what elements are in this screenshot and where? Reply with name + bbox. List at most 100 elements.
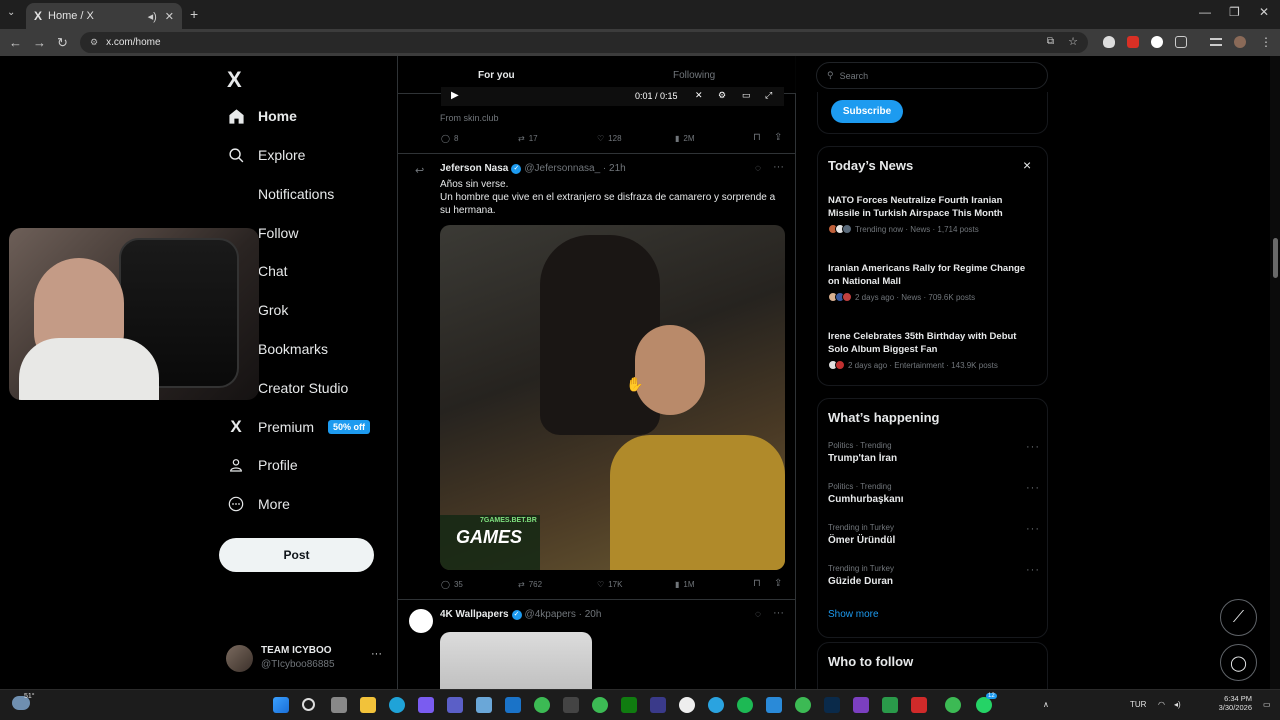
file-explorer-icon[interactable] — [360, 697, 376, 713]
chrome-menu-icon[interactable]: ⋮ — [1260, 35, 1272, 49]
puzzle-icon[interactable] — [1175, 36, 1187, 48]
red-extension-icon[interactable] — [1127, 36, 1139, 48]
settings-icon[interactable]: ⚙ — [718, 90, 726, 101]
reply-metric[interactable]: ◯ 8 — [441, 134, 458, 143]
nav-premium[interactable]: X Premium 50% off — [226, 412, 371, 442]
site-info-icon[interactable]: ⚙ — [90, 37, 98, 48]
trend-more-icon[interactable]: ··· — [1026, 441, 1040, 453]
app-icon[interactable] — [679, 697, 695, 713]
app-icon[interactable] — [650, 697, 666, 713]
post-author-name[interactable]: 4K Wallpapers — [440, 609, 509, 620]
show-more-link[interactable]: Show more — [828, 609, 879, 620]
search-box[interactable]: ⚲ Search — [816, 62, 1048, 89]
install-icon[interactable]: ⧉ — [1047, 36, 1054, 47]
chrome-icon[interactable] — [534, 697, 550, 713]
clock[interactable]: 6:34 PM 3/30/2026 — [1214, 694, 1252, 712]
profile-avatar-icon[interactable] — [1234, 36, 1246, 48]
nav-notifications[interactable]: Notifications — [226, 179, 334, 209]
app-icon[interactable] — [911, 697, 927, 713]
new-tab-icon[interactable]: + — [190, 6, 198, 22]
tab-for-you[interactable]: For you — [478, 70, 515, 81]
browser-tab[interactable]: X Home / X ◂) ✕ — [26, 3, 182, 29]
reply-metric[interactable]: ◯ 35 — [441, 580, 463, 589]
fullscreen-icon[interactable]: ⤢ — [765, 90, 772, 101]
photoshop-icon[interactable] — [824, 697, 840, 713]
shield-extension-icon[interactable] — [1103, 36, 1115, 48]
window-close-icon[interactable]: ✕ — [1259, 5, 1269, 19]
views-metric[interactable]: ▮ 2M — [675, 134, 695, 143]
play-icon[interactable]: ▶ — [451, 90, 459, 101]
post-video[interactable]: 7GAMES.BET.BR GAMES — [440, 225, 785, 570]
tray-chevron-icon[interactable]: ∧ — [1043, 700, 1049, 709]
grok-post-icon[interactable]: ◌ — [755, 609, 761, 620]
avatar[interactable] — [409, 609, 433, 633]
like-metric[interactable]: ♡ 128 — [597, 134, 622, 143]
speaker-icon[interactable]: ◂) — [148, 10, 157, 23]
trend-more-icon[interactable]: ··· — [1026, 564, 1040, 576]
network-icon[interactable]: ◠ — [1158, 700, 1165, 709]
reading-list-icon[interactable] — [1210, 38, 1222, 46]
nav-profile[interactable]: Profile — [226, 450, 298, 480]
nav-more[interactable]: More — [226, 489, 290, 519]
chat-float-button[interactable]: ◯ — [1220, 644, 1257, 681]
trend-more-icon[interactable]: ··· — [1026, 523, 1040, 535]
bookmark-icon[interactable]: ⊓ — [753, 578, 761, 589]
page-scrollbar[interactable] — [1270, 56, 1280, 689]
trend-item[interactable]: Trending in Turkey Ömer Üründül — [828, 523, 1028, 546]
post-more-icon[interactable]: ··· — [773, 161, 784, 173]
copilot-icon[interactable] — [418, 697, 434, 713]
post-image[interactable] — [440, 632, 592, 689]
volume-icon[interactable]: ◂) — [1174, 700, 1181, 709]
close-icon[interactable]: × — [1023, 157, 1031, 173]
news-item[interactable]: Irene Celebrates 35th Birthday with Debu… — [828, 330, 1038, 370]
telegram-icon[interactable] — [708, 697, 724, 713]
app-icon[interactable] — [853, 697, 869, 713]
tab-search-icon[interactable]: ⌄ — [7, 7, 15, 18]
extension-icon[interactable] — [1151, 36, 1163, 48]
app-icon[interactable] — [882, 697, 898, 713]
repost-metric[interactable]: ⇄ 17 — [518, 134, 538, 143]
reload-icon[interactable]: ↻ — [57, 35, 68, 51]
account-more-icon[interactable]: ··· — [371, 648, 382, 660]
subscribe-button[interactable]: Subscribe — [831, 100, 903, 123]
x-logo-icon[interactable]: X — [227, 67, 242, 93]
back-icon[interactable]: ← — [9, 35, 22, 50]
xbox-icon[interactable] — [621, 697, 637, 713]
bookmark-icon[interactable]: ⊓ — [753, 132, 761, 143]
minimize-icon[interactable]: — — [1199, 5, 1211, 19]
trend-item[interactable]: Politics · Trending Trump'tan İran — [828, 441, 1028, 464]
grok-float-button[interactable]: ⟋ — [1220, 599, 1257, 636]
account-switcher[interactable]: TEAM ICYBOO @TIcyboo86885 ··· — [226, 642, 386, 678]
post-author-name[interactable]: Jeferson Nasa — [440, 163, 508, 174]
like-metric[interactable]: ♡ 17K — [597, 580, 622, 589]
search-taskbar-icon[interactable] — [302, 698, 315, 711]
chrome-icon[interactable] — [592, 697, 608, 713]
vscode-icon[interactable] — [766, 697, 782, 713]
mute-icon[interactable]: ✕ — [695, 90, 703, 101]
scrollbar-thumb[interactable] — [1273, 238, 1278, 278]
news-item[interactable]: Iranian Americans Rally for Regime Chang… — [828, 262, 1038, 302]
share-icon[interactable]: ⇪ — [774, 578, 782, 589]
restore-icon[interactable]: ❐ — [1229, 5, 1240, 19]
trend-item[interactable]: Trending in Turkey Güzide Duran — [828, 564, 1028, 587]
app-icon[interactable] — [476, 697, 492, 713]
repost-metric[interactable]: ⇄ 762 — [518, 580, 542, 589]
share-icon[interactable]: ⇪ — [774, 132, 782, 143]
grok-post-icon[interactable]: ◌ — [755, 163, 761, 174]
notification-icon[interactable]: ▭ — [1263, 700, 1271, 709]
post-author-handle[interactable]: @4kpapers · 20h — [525, 609, 602, 620]
views-metric[interactable]: ▮ 1M — [675, 580, 695, 589]
address-bar[interactable]: ⚙ x.com/home ⧉ ☆ — [80, 32, 1088, 53]
language-indicator[interactable]: TUR — [1130, 700, 1146, 709]
post-author-handle[interactable]: @Jefersonnasa_ · 21h — [524, 163, 625, 174]
pip-icon[interactable]: ▭ — [742, 90, 751, 101]
trend-item[interactable]: Politics · Trending Cumhurbaşkanı — [828, 482, 1028, 505]
teams-icon[interactable] — [447, 697, 463, 713]
outlook-icon[interactable] — [505, 697, 521, 713]
tab-following[interactable]: Following — [673, 70, 715, 81]
chrome-active-icon[interactable] — [945, 697, 961, 713]
task-view-icon[interactable] — [331, 697, 347, 713]
tab-close-icon[interactable]: ✕ — [165, 10, 174, 23]
nav-home[interactable]: Home — [226, 101, 297, 131]
forward-icon[interactable]: → — [33, 35, 46, 50]
